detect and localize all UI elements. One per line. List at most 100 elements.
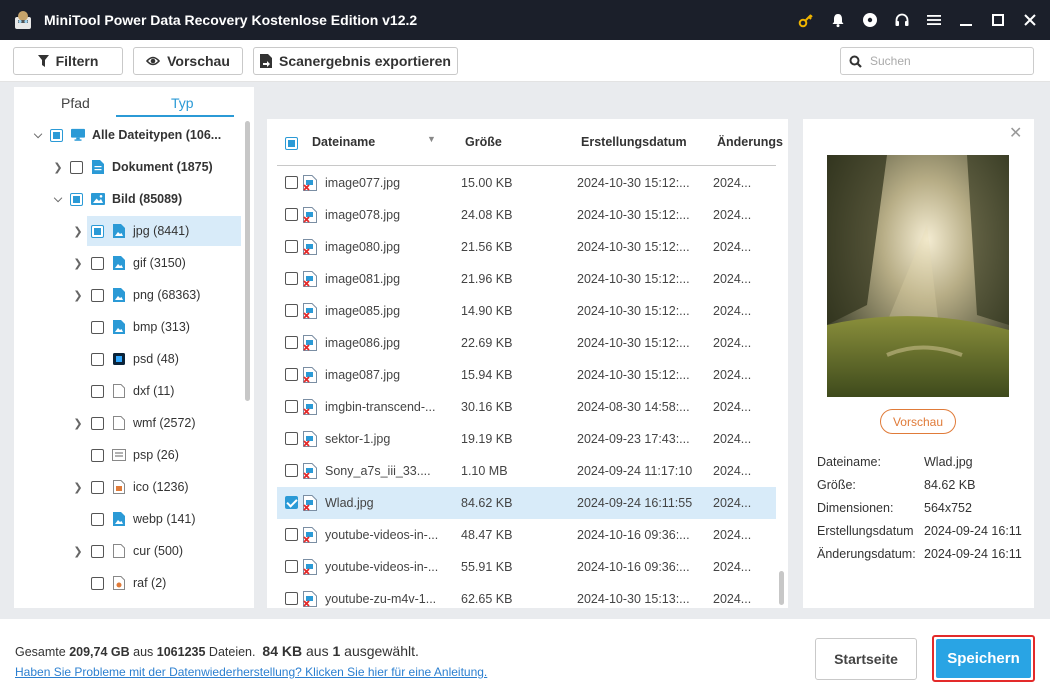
chevron-down-icon[interactable]: ⌵ <box>52 184 64 214</box>
checkbox[interactable] <box>70 192 83 206</box>
home-button[interactable]: Startseite <box>815 638 917 680</box>
tree-item-gif[interactable]: ❯ gif (3150) <box>14 248 242 278</box>
checkbox[interactable] <box>91 384 104 398</box>
row-checkbox[interactable] <box>285 208 298 221</box>
tree-item-bmp[interactable]: bmp (313) <box>14 312 242 342</box>
row-checkbox[interactable] <box>285 176 298 189</box>
help-link[interactable]: Haben Sie Probleme mit der Datenwiederhe… <box>15 665 487 679</box>
file-created: 2024-10-30 15:12:... <box>577 272 690 286</box>
checkbox[interactable] <box>91 256 104 270</box>
column-header-created[interactable]: Erstellungsdatum <box>581 135 687 149</box>
checkbox[interactable] <box>91 512 104 526</box>
checkbox[interactable] <box>91 288 104 302</box>
close-preview-icon[interactable]: ✕ <box>1009 123 1022 143</box>
key-icon[interactable] <box>790 0 822 40</box>
row-checkbox[interactable] <box>285 496 298 509</box>
file-row[interactable]: youtube-zu-m4v-1... 62.65 KB 2024-10-30 15… <box>277 583 776 615</box>
deleted-image-file-icon <box>303 175 317 191</box>
file-row[interactable]: youtube-videos-in-... 48.47 KB 2024-10-16 … <box>277 519 776 551</box>
file-row[interactable]: Wlad.jpg 84.62 KB 2024-09-24 16:11:55 2024.… <box>277 487 776 519</box>
notification-bell-icon[interactable] <box>822 0 854 40</box>
file-row[interactable]: image087.jpg 15.94 KB 2024-10-30 15:12:...… <box>277 359 776 391</box>
sort-arrow-icon[interactable]: ▼ <box>427 134 436 144</box>
tree-item-wmf[interactable]: ❯ wmf (2572) <box>14 408 242 438</box>
checkbox[interactable] <box>91 352 104 366</box>
row-checkbox[interactable] <box>285 240 298 253</box>
column-header-modified[interactable]: Änderungs <box>717 135 783 149</box>
maximize-icon[interactable] <box>982 0 1014 40</box>
disc-icon[interactable] <box>854 0 886 40</box>
row-checkbox[interactable] <box>285 592 298 605</box>
checkbox[interactable] <box>91 576 104 590</box>
chevron-right-icon[interactable]: ❯ <box>72 280 84 310</box>
file-row[interactable]: image078.jpg 24.08 KB 2024-10-30 15:12:...… <box>277 199 776 231</box>
tree-item-dxf[interactable]: dxf (11) <box>14 376 242 406</box>
tree-item-raf[interactable]: raf (2) <box>14 568 242 598</box>
file-row[interactable]: image085.jpg 14.90 KB 2024-10-30 15:12:...… <box>277 295 776 327</box>
row-checkbox[interactable] <box>285 304 298 317</box>
preview-button[interactable]: Vorschau <box>133 47 243 75</box>
deleted-image-file-icon <box>303 495 317 511</box>
tab-path[interactable]: Pfad <box>61 95 90 111</box>
checkbox[interactable] <box>91 224 104 238</box>
chevron-right-icon[interactable]: ❯ <box>72 536 84 566</box>
chevron-down-icon[interactable]: ⌵ <box>32 120 44 150</box>
file-list-scrollbar[interactable] <box>779 571 784 605</box>
search-input[interactable] <box>870 54 1020 68</box>
row-checkbox[interactable] <box>285 272 298 285</box>
preview-panel-button[interactable]: Vorschau <box>880 409 956 434</box>
search-box[interactable] <box>840 47 1034 75</box>
chevron-right-icon[interactable]: ❯ <box>72 472 84 502</box>
tree-item-image[interactable]: ⌵ Bild (85089) <box>14 184 242 214</box>
row-checkbox[interactable] <box>285 528 298 541</box>
chevron-right-icon[interactable]: ❯ <box>72 216 84 246</box>
row-checkbox[interactable] <box>285 400 298 413</box>
checkbox[interactable] <box>91 320 104 334</box>
tree-item-png[interactable]: ❯ png (68363) <box>14 280 242 310</box>
tree-scrollbar[interactable] <box>245 121 250 401</box>
export-scan-result-button[interactable]: Scanergebnis exportieren <box>253 47 458 75</box>
select-all-checkbox[interactable] <box>285 137 298 150</box>
menu-icon[interactable] <box>918 0 950 40</box>
save-button[interactable]: Speichern <box>936 639 1031 678</box>
checkbox[interactable] <box>91 416 104 430</box>
minimize-icon[interactable] <box>950 0 982 40</box>
file-row[interactable]: sektor-1.jpg 19.19 KB 2024-09-23 17:43:...… <box>277 423 776 455</box>
checkbox[interactable] <box>91 448 104 462</box>
row-checkbox[interactable] <box>285 560 298 573</box>
tree-item-psp[interactable]: psp (26) <box>14 440 242 470</box>
tree-item-psd[interactable]: psd (48) <box>14 344 242 374</box>
tree-item-cur[interactable]: ❯ cur (500) <box>14 536 242 566</box>
close-icon[interactable] <box>1014 0 1046 40</box>
column-header-name[interactable]: Dateiname <box>312 135 375 149</box>
chevron-right-icon[interactable]: ❯ <box>72 248 84 278</box>
file-name: imgbin-transcend-... <box>325 400 436 414</box>
file-row[interactable]: Sony_a7s_iii_33.... 1.10 MB 2024-09-24 11:… <box>277 455 776 487</box>
file-row[interactable]: image080.jpg 21.56 KB 2024-10-30 15:12:...… <box>277 231 776 263</box>
file-row[interactable]: image081.jpg 21.96 KB 2024-10-30 15:12:...… <box>277 263 776 295</box>
headset-icon[interactable] <box>886 0 918 40</box>
checkbox[interactable] <box>91 544 104 558</box>
file-size: 62.65 KB <box>461 592 513 606</box>
row-checkbox[interactable] <box>285 464 298 477</box>
file-row[interactable]: image086.jpg 22.69 KB 2024-10-30 15:12:...… <box>277 327 776 359</box>
filter-button[interactable]: Filtern <box>13 47 123 75</box>
checkbox[interactable] <box>70 160 83 174</box>
tree-item-ico[interactable]: ❯ ico (1236) <box>14 472 242 502</box>
file-row[interactable]: youtube-videos-in-... 55.91 KB 2024-10-16 … <box>277 551 776 583</box>
chevron-right-icon[interactable]: ❯ <box>52 152 64 182</box>
tab-type[interactable]: Typ <box>171 95 194 111</box>
chevron-right-icon[interactable]: ❯ <box>72 408 84 438</box>
tree-item-webp[interactable]: webp (141) <box>14 504 242 534</box>
tree-item-jpg[interactable]: jpg (8441) <box>87 216 241 246</box>
tree-item-all-file-types[interactable]: ⌵ Alle Dateitypen (106... <box>14 120 242 150</box>
checkbox[interactable] <box>50 128 63 142</box>
row-checkbox[interactable] <box>285 368 298 381</box>
checkbox[interactable] <box>91 480 104 494</box>
file-row[interactable]: imgbin-transcend-... 30.16 KB 2024-08-30 1… <box>277 391 776 423</box>
row-checkbox[interactable] <box>285 432 298 445</box>
file-row[interactable]: image077.jpg 15.00 KB 2024-10-30 15:12:...… <box>277 167 776 199</box>
row-checkbox[interactable] <box>285 336 298 349</box>
tree-item-document[interactable]: ❯ Dokument (1875) <box>14 152 242 182</box>
column-header-size[interactable]: Größe <box>465 135 502 149</box>
